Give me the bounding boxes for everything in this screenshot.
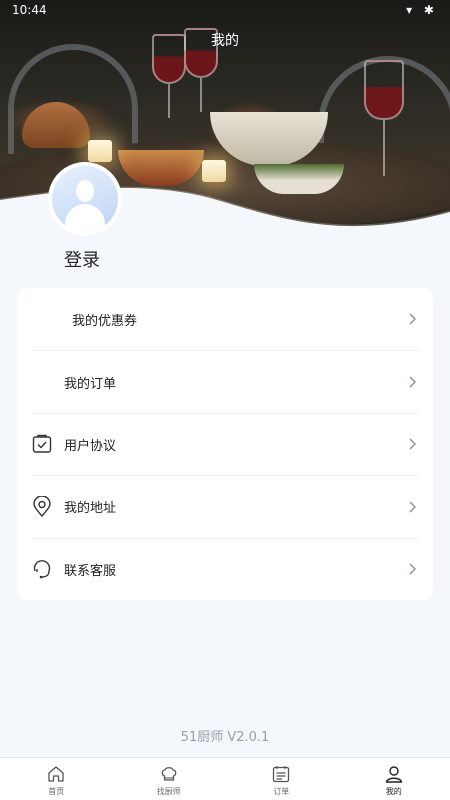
coupon-icon — [39, 308, 61, 330]
app-version: 51厨师 V2.0.1 — [180, 730, 270, 745]
tab-label: 找厨师 — [156, 787, 181, 796]
order-icon — [31, 371, 53, 393]
chevron-right-icon — [409, 376, 416, 388]
avatar[interactable] — [48, 162, 122, 236]
status-time: 10:44 — [12, 3, 47, 17]
chevron-right-icon — [409, 438, 416, 450]
chevron-right-icon — [409, 313, 416, 325]
customer-service-icon — [31, 558, 53, 580]
person-icon — [385, 766, 402, 783]
menu-item-agreement[interactable]: 用户协议 — [31, 412, 419, 475]
home-icon — [48, 766, 64, 782]
wine-glass-3 — [364, 60, 404, 120]
tab-mine[interactable]: 我的 — [338, 758, 450, 800]
menu-item-orders[interactable]: 我的订单 — [31, 350, 419, 412]
menu-item-label: 我的订单 — [64, 376, 117, 392]
avatar-placeholder-icon — [52, 166, 118, 232]
tab-orders[interactable]: 订单 — [225, 758, 338, 800]
status-icons: ▾ ✱ — [406, 3, 438, 17]
chevron-right-icon — [409, 501, 416, 513]
calendar-icon — [273, 766, 290, 783]
tab-home[interactable]: 首页 — [0, 758, 113, 800]
menu-item-coupons[interactable]: 我的优惠券 — [31, 288, 419, 350]
menu-item-label: 用户协议 — [64, 438, 117, 454]
login-link[interactable]: 登录 — [64, 246, 100, 272]
tab-label: 订单 — [273, 787, 290, 796]
bottom-tab-bar: 首页 找厨师 订单 我的 — [0, 757, 450, 800]
menu-item-label: 我的地址 — [64, 501, 117, 517]
menu-item-address[interactable]: 我的地址 — [31, 475, 419, 537]
tab-label: 我的 — [385, 787, 402, 796]
chef-hat-icon — [161, 767, 177, 781]
wine-glass-stem-2 — [200, 78, 202, 112]
menu-item-label: 我的优惠券 — [72, 313, 138, 329]
location-icon — [31, 495, 53, 518]
wine-glass-stem-1 — [168, 84, 170, 118]
candle-1 — [88, 140, 112, 162]
agreement-icon — [31, 433, 53, 455]
page-title: 我的 — [211, 33, 239, 49]
wine-glass-stem-3 — [383, 120, 385, 176]
tab-find-chef[interactable]: 找厨师 — [113, 758, 226, 800]
menu-item-label: 联系客服 — [64, 563, 117, 579]
chevron-right-icon — [409, 563, 416, 575]
menu-card: 我的优惠券 我的订单 用户协议 我的地址 联系客服 — [17, 288, 433, 600]
menu-item-customer-service[interactable]: 联系客服 — [31, 537, 419, 600]
tab-label: 首页 — [48, 787, 65, 796]
status-bar: 10:44 ▾ ✱ — [0, 0, 450, 22]
